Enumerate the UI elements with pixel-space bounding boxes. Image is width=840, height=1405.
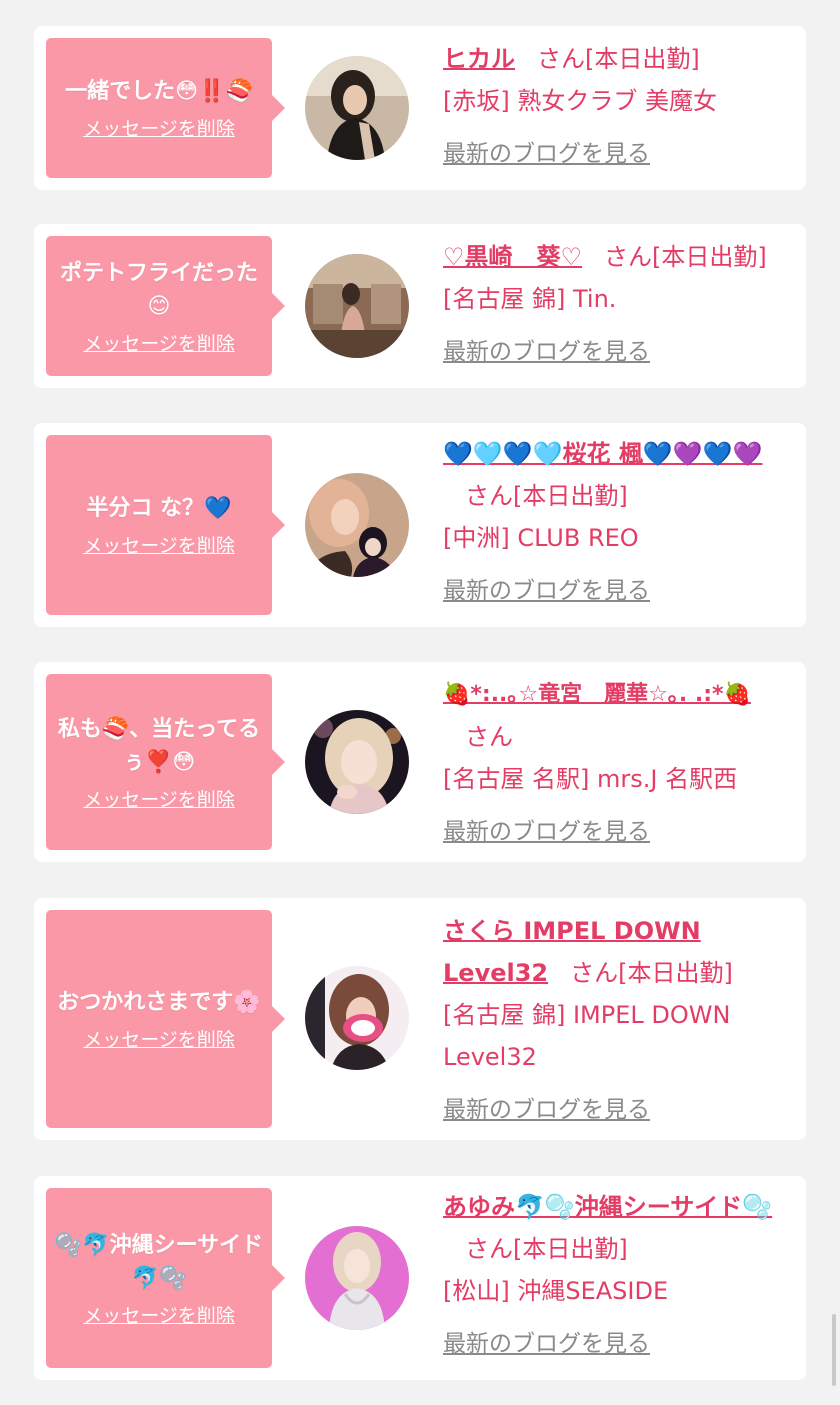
latest-blog-link[interactable]: 最新のブログを見る <box>443 1090 650 1124</box>
delete-message-link[interactable]: メッセージを削除 <box>83 329 235 356</box>
cast-name-link[interactable]: 💙🩵💙🩵桜花 楓💙💜💙💜 <box>443 440 762 468</box>
honorific: さん <box>465 723 513 751</box>
latest-blog-link[interactable]: 最新のブログを見る <box>443 134 650 168</box>
message-card: おつかれさまです🌸 メッセージを削除 さくら IMPEL DOWN Level3… <box>34 898 806 1140</box>
message-bubble: 一緒でした😳‼️🍣 メッセージを削除 <box>46 38 285 178</box>
message-bubble: おつかれさまです🌸 メッセージを削除 <box>46 910 285 1128</box>
avatar[interactable] <box>305 473 409 577</box>
scrollbar[interactable] <box>832 1314 836 1386</box>
shop-name: [中洲] CLUB REO <box>443 524 639 552</box>
message-bubble: 🫧🐬沖縄シーサイド🐬🫧 メッセージを削除 <box>46 1188 285 1368</box>
message-card: 🫧🐬沖縄シーサイド🐬🫧 メッセージを削除 あゆみ🐬🫧沖縄シーサイド🫧 さん[本日出… <box>34 1176 806 1380</box>
cast-name-link[interactable]: ♡黒崎 葵♡ <box>443 243 582 271</box>
honorific: さん <box>604 243 653 271</box>
message-text: ポテトフライだった😊 <box>59 260 258 319</box>
avatar[interactable] <box>305 254 409 358</box>
work-status: [本日出勤] <box>585 45 700 73</box>
cast-name-line: あゆみ🐬🫧沖縄シーサイド🫧 さん[本日出勤] <box>443 1186 786 1270</box>
delete-message-link[interactable]: メッセージを削除 <box>83 531 235 558</box>
honorific: さん <box>465 1235 513 1263</box>
shop-name: [名古屋 名駅] mrs.J 名駅西 <box>443 765 738 793</box>
work-status: [本日出勤] <box>652 243 767 271</box>
delete-message-link[interactable]: メッセージを削除 <box>83 1301 235 1328</box>
cast-name-line: 💙🩵💙🩵桜花 楓💙💜💙💜 さん[本日出勤] <box>443 433 786 517</box>
avatar[interactable] <box>305 966 409 1070</box>
message-card: 私も🍣、当たってるぅ❣️😳 メッセージを削除 🍓*:..｡☆竜宮 麗華☆｡. .… <box>34 662 806 862</box>
work-status: [本日出勤] <box>513 482 628 510</box>
message-card: ポテトフライだった😊 メッセージを削除 ♡黒崎 葵♡ さん[本日出勤] [名古屋 … <box>34 224 806 388</box>
message-card: 半分コ な？💙 メッセージを削除 💙🩵💙🩵桜花 楓💙💜💙💜 さん[本日出勤] [中… <box>34 423 806 627</box>
honorific: さん <box>465 482 513 510</box>
cast-name-line: ♡黒崎 葵♡ さん[本日出勤] <box>443 236 786 278</box>
message-bubble: 私も🍣、当たってるぅ❣️😳 メッセージを削除 <box>46 674 285 850</box>
message-text: おつかれさまです🌸 <box>57 990 261 1015</box>
work-status: [本日出勤] <box>513 1235 628 1263</box>
message-bubble: 半分コ な？💙 メッセージを削除 <box>46 435 285 615</box>
cast-info: ヒカル さん[本日出勤] [赤坂] 熟女クラブ 美魔女 最新のブログを見る <box>443 38 786 168</box>
message-card: 一緒でした😳‼️🍣 メッセージを削除 ヒカル さん[本日出勤] [赤坂] 熟女クラ… <box>34 26 806 190</box>
delete-message-link[interactable]: メッセージを削除 <box>83 1025 235 1052</box>
cast-info: 💙🩵💙🩵桜花 楓💙💜💙💜 さん[本日出勤] [中洲] CLUB REO 最新のブロ… <box>443 433 786 605</box>
avatar[interactable] <box>305 56 409 160</box>
cast-info: 🍓*:..｡☆竜宮 麗華☆｡. .:*🍓 さん [名古屋 名駅] mrs.J 名駅… <box>443 672 786 846</box>
cast-name-link[interactable]: 🍓*:..｡☆竜宮 麗華☆｡. .:*🍓 <box>443 682 751 707</box>
message-text: 半分コ な？💙 <box>86 496 232 521</box>
latest-blog-link[interactable]: 最新のブログを見る <box>443 812 650 846</box>
shop-name: [赤坂] 熟女クラブ 美魔女 <box>443 87 717 115</box>
latest-blog-link[interactable]: 最新のブログを見る <box>443 1324 650 1358</box>
shop-name: [松山] 沖縄SEASIDE <box>443 1277 669 1305</box>
cast-info: あゆみ🐬🫧沖縄シーサイド🫧 さん[本日出勤] [松山] 沖縄SEASIDE 最新の… <box>443 1186 786 1358</box>
message-text: 一緒でした😳‼️🍣 <box>65 79 253 104</box>
shop-name: [名古屋 錦] IMPEL DOWN Level32 <box>443 1001 731 1071</box>
delete-message-link[interactable]: メッセージを削除 <box>83 785 235 812</box>
message-text: 🫧🐬沖縄シーサイド🐬🫧 <box>54 1232 264 1291</box>
shop-name: [名古屋 錦] Tin. <box>443 285 617 313</box>
cast-name-link[interactable]: あゆみ🐬🫧沖縄シーサイド🫧 <box>443 1193 772 1221</box>
honorific: さん <box>570 959 619 987</box>
work-status: [本日出勤] <box>618 959 733 987</box>
delete-message-link[interactable]: メッセージを削除 <box>83 114 235 141</box>
latest-blog-link[interactable]: 最新のブログを見る <box>443 332 650 366</box>
latest-blog-link[interactable]: 最新のブログを見る <box>443 571 650 605</box>
cast-name-link[interactable]: ヒカル <box>443 45 515 73</box>
cast-name-line: さくら IMPEL DOWN Level32 さん[本日出勤] <box>443 910 786 994</box>
cast-info: さくら IMPEL DOWN Level32 さん[本日出勤] [名古屋 錦] I… <box>443 910 786 1124</box>
cast-name-line: ヒカル さん[本日出勤] <box>443 38 786 80</box>
honorific: さん <box>537 45 585 73</box>
message-text: 私も🍣、当たってるぅ❣️😳 <box>57 716 261 775</box>
message-bubble: ポテトフライだった😊 メッセージを削除 <box>46 236 285 376</box>
cast-info: ♡黒崎 葵♡ さん[本日出勤] [名古屋 錦] Tin. 最新のブログを見る <box>443 236 786 366</box>
avatar[interactable] <box>305 1226 409 1330</box>
cast-name-line: 🍓*:..｡☆竜宮 麗華☆｡. .:*🍓 さん <box>443 672 786 758</box>
avatar[interactable] <box>305 710 409 814</box>
